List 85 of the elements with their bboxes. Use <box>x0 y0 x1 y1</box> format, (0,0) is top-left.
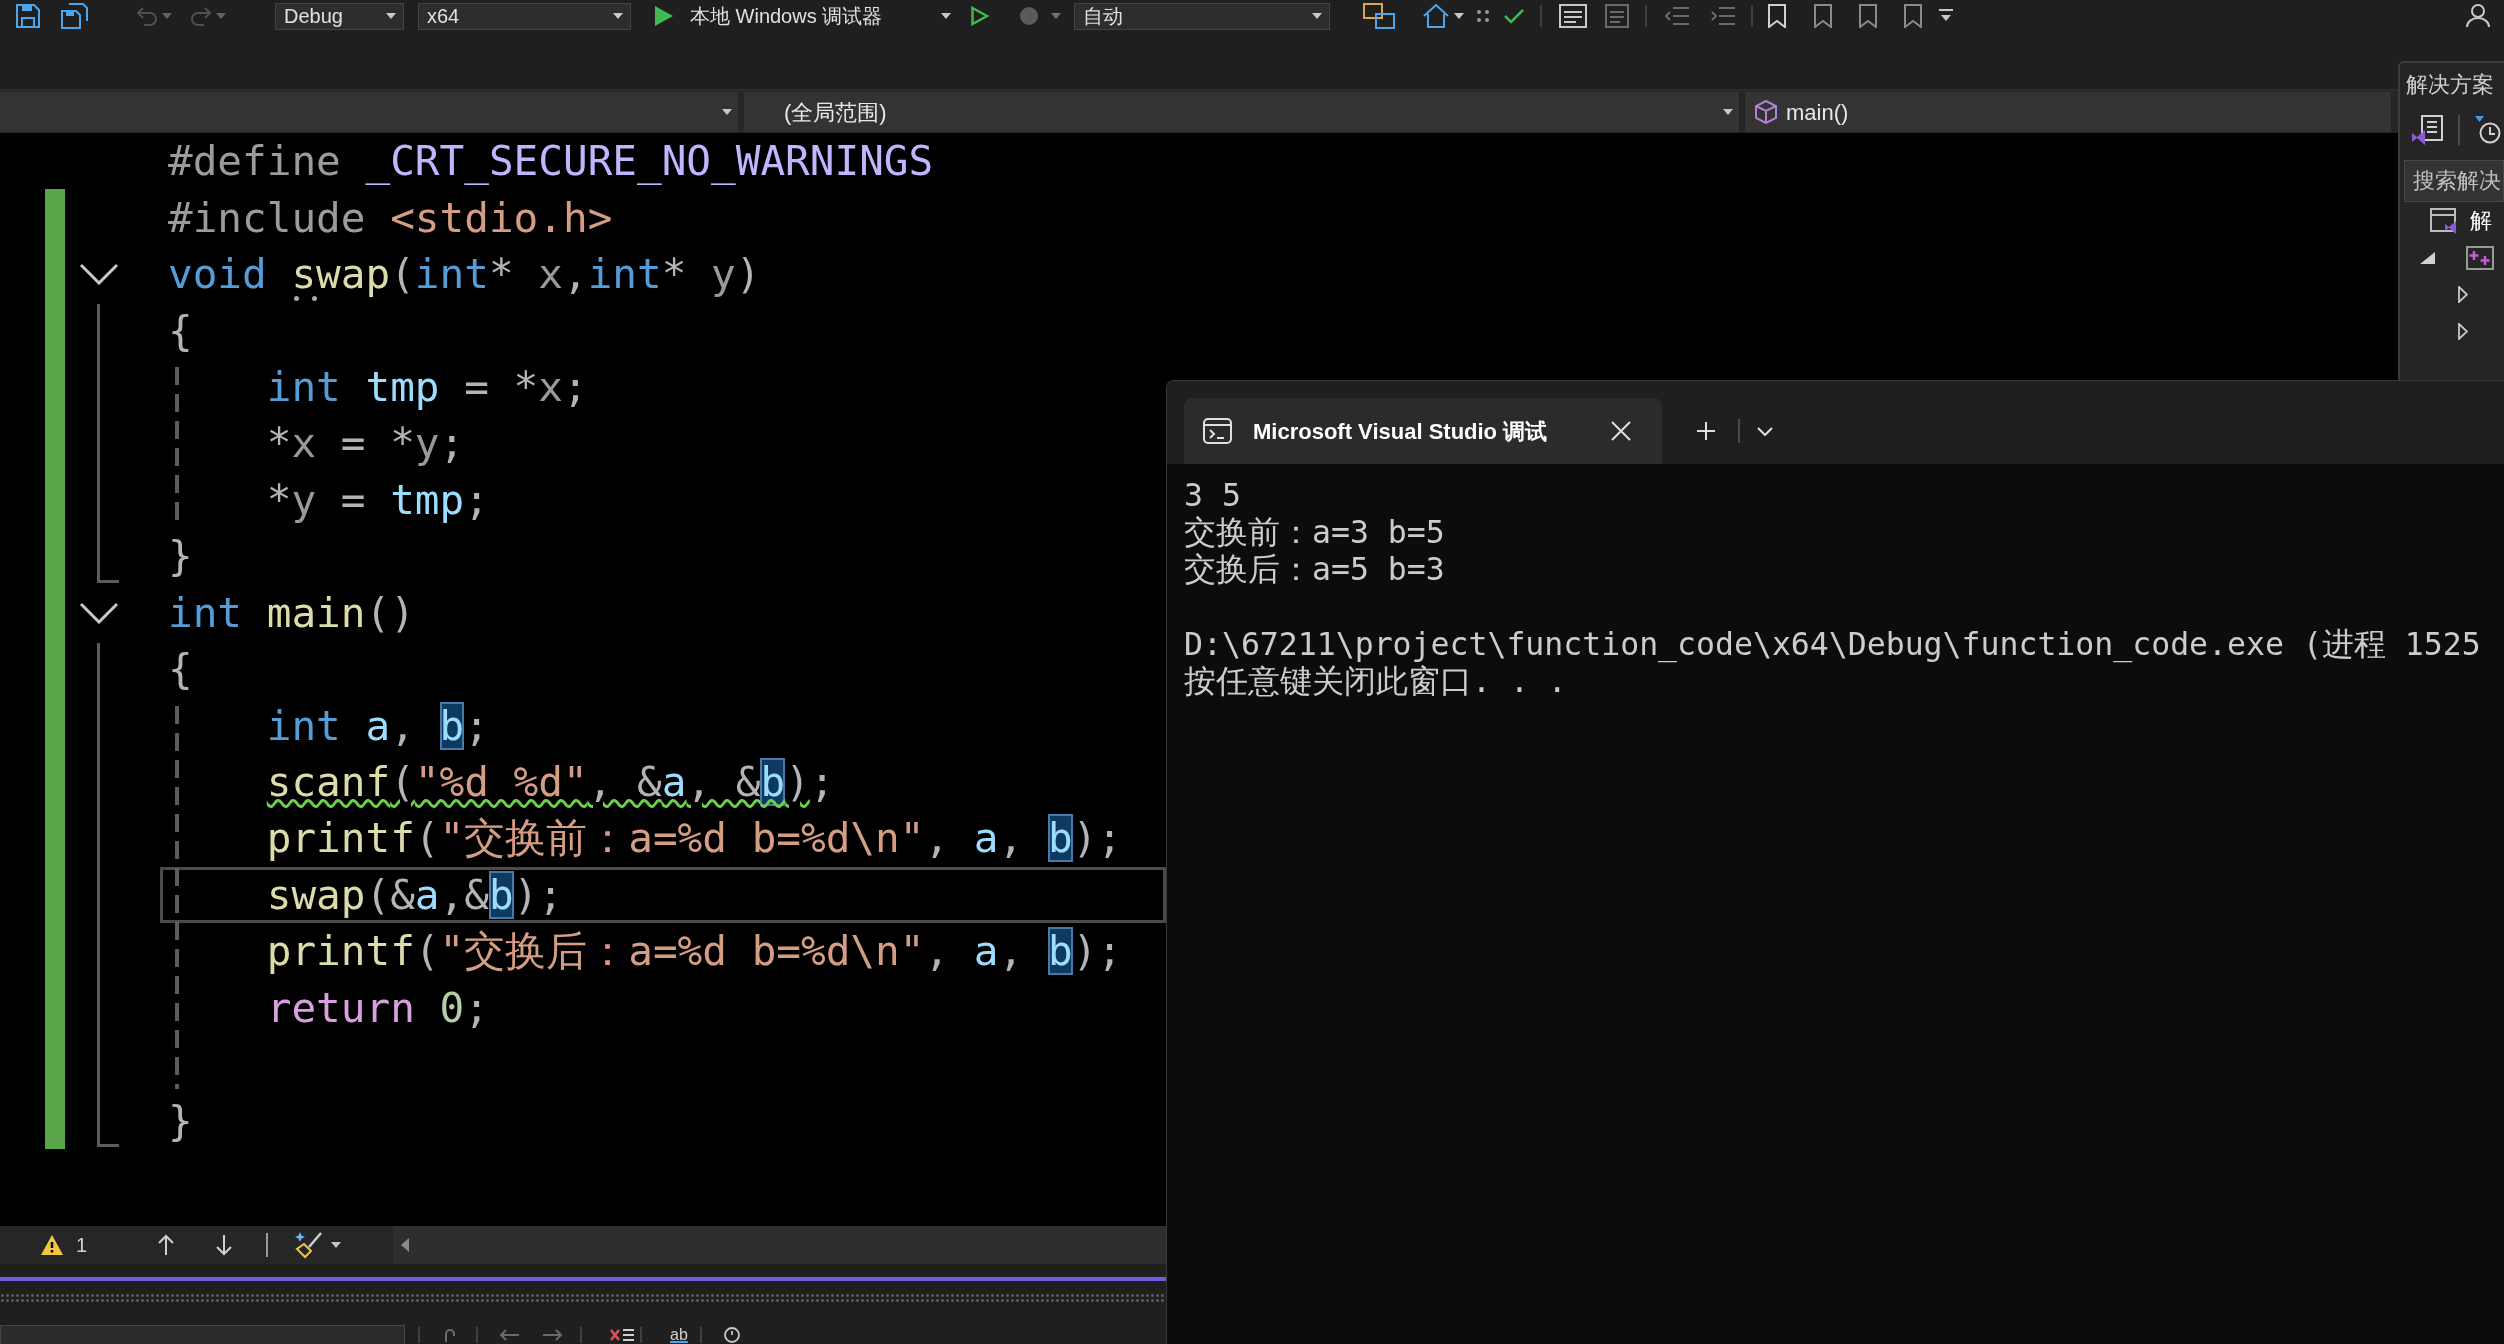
outdent-icon[interactable] <box>1665 6 1689 26</box>
code-line: void swap(int* x,int* y) <box>168 246 761 303</box>
plus-icon[interactable] <box>1697 422 1715 440</box>
caret-down-icon <box>1723 109 1733 115</box>
console-icon <box>1203 418 1232 444</box>
chevron-down-icon[interactable] <box>1757 426 1773 436</box>
circle-icon[interactable] <box>723 1326 740 1343</box>
caret-down-icon[interactable] <box>1454 13 1464 19</box>
bookmark-icon[interactable] <box>1813 4 1833 28</box>
save-icon[interactable] <box>16 4 40 28</box>
collapsed-arrow-icon[interactable] <box>2458 323 2468 340</box>
dropdown-field[interactable] <box>0 1325 405 1344</box>
code-line: int a, b; <box>266 700 489 752</box>
checkmark-icon[interactable] <box>1504 8 1524 24</box>
code-line: int main() <box>168 587 415 639</box>
start-debugging-button[interactable]: 本地 Windows 调试器 <box>648 2 935 30</box>
terminal-line: D:\67211\project\function_code\x64\Debug\function_code.exe (进程 1525 <box>1184 625 2481 663</box>
chevron-down-icon[interactable] <box>79 601 119 624</box>
bookmark-icon[interactable] <box>1858 4 1878 28</box>
caret-down-icon[interactable] <box>941 13 951 19</box>
arrow-left-icon[interactable] <box>499 1328 519 1341</box>
plus-box-icon[interactable] <box>2466 245 2494 270</box>
scope-dropdown[interactable]: (全局范围) <box>744 92 1739 132</box>
close-icon[interactable] <box>1611 421 1631 441</box>
arrow-down-icon[interactable] <box>215 1234 234 1256</box>
caret-down-icon <box>386 13 396 19</box>
code-line: } <box>168 531 193 583</box>
caret-left-icon[interactable] <box>401 1238 410 1252</box>
code-line: { <box>168 305 193 357</box>
terminal-line: 交换前：a=3 b=5 <box>1184 514 1445 552</box>
clock-filter-icon[interactable] <box>2475 116 2501 144</box>
platform-dropdown[interactable]: x64 <box>418 2 631 30</box>
splitter-grip[interactable] <box>0 1293 1166 1303</box>
code-line: int tmp = *x; <box>266 361 588 413</box>
warnings-button[interactable]: 1 <box>40 1230 88 1260</box>
dotted-grid-icon[interactable] <box>1476 9 1490 23</box>
code-line: swap(&a,&b); <box>266 869 563 921</box>
bookmark-icon[interactable] <box>1903 4 1923 28</box>
terminal-line: 交换后：a=5 b=3 <box>1184 551 1445 589</box>
document-lines-icon[interactable] <box>1559 4 1587 28</box>
arrow-up-icon[interactable] <box>157 1234 176 1256</box>
cube-icon <box>1755 100 1777 124</box>
collapsed-arrow-icon[interactable] <box>2458 286 2468 303</box>
brush-icon <box>295 1231 324 1259</box>
terminal-line: 按任意键关闭此窗口. . . <box>1184 663 1567 701</box>
code-line: #define _CRT_SECURE_NO_WARNINGS <box>168 136 934 188</box>
document-logo-icon[interactable] <box>2412 115 2443 145</box>
ab-toggle[interactable]: ab <box>670 1326 688 1343</box>
window-pair-icon[interactable] <box>1363 3 1395 29</box>
caret-down-icon <box>613 13 623 19</box>
chevron-down-icon[interactable] <box>79 262 119 285</box>
window-logo-icon[interactable] <box>2430 207 2458 234</box>
terminal-tab[interactable]: Microsoft Visual Studio 调试 <box>1184 398 1662 464</box>
code-line: printf("交换后：a=%d b=%d\n", a, b); <box>266 926 1122 978</box>
bookmark-icon[interactable] <box>1767 4 1787 28</box>
clear-list-icon[interactable] <box>610 1327 634 1342</box>
horizontal-scrollbar[interactable] <box>393 1226 1166 1264</box>
code-line: scanf("%d %d", &a, &b); <box>266 757 835 809</box>
terminal-line: 3 5 <box>1184 477 1241 515</box>
person-icon[interactable] <box>2466 4 2490 28</box>
code-line: { <box>168 644 193 696</box>
caret-down-icon <box>1312 13 1322 19</box>
code-line: #include <stdio.h> <box>168 192 613 244</box>
search-field[interactable]: 搜索解决 <box>2404 160 2504 202</box>
code-line: *y = tmp; <box>266 474 489 526</box>
brush-menu-button[interactable] <box>295 1231 342 1259</box>
code-line: printf("交换前：a=%d b=%d\n", a, b); <box>266 813 1122 865</box>
panel-title: 解决方案 <box>2405 70 2495 99</box>
arrow-right-icon[interactable] <box>543 1328 563 1341</box>
warning-icon <box>40 1234 64 1256</box>
member-dropdown[interactable]: main() <box>1745 92 2391 132</box>
configuration-dropdown[interactable]: Debug <box>275 2 404 30</box>
indent-icon[interactable] <box>1711 6 1735 26</box>
code-line: return 0; <box>266 982 489 1034</box>
code-line: } <box>168 1095 193 1147</box>
play-icon <box>655 6 673 26</box>
code-line: *x = *y; <box>266 418 465 470</box>
caret-down-icon <box>331 1242 342 1248</box>
tree-item-label[interactable]: 解 <box>2470 204 2492 237</box>
home-icon[interactable] <box>1423 4 1449 28</box>
play-outline-icon[interactable] <box>971 6 989 26</box>
mode-dropdown[interactable]: 自动 <box>1074 2 1330 30</box>
expanded-arrow-icon[interactable] <box>2420 251 2435 264</box>
save-all-icon[interactable] <box>61 3 88 29</box>
caret-down-icon <box>722 109 732 115</box>
